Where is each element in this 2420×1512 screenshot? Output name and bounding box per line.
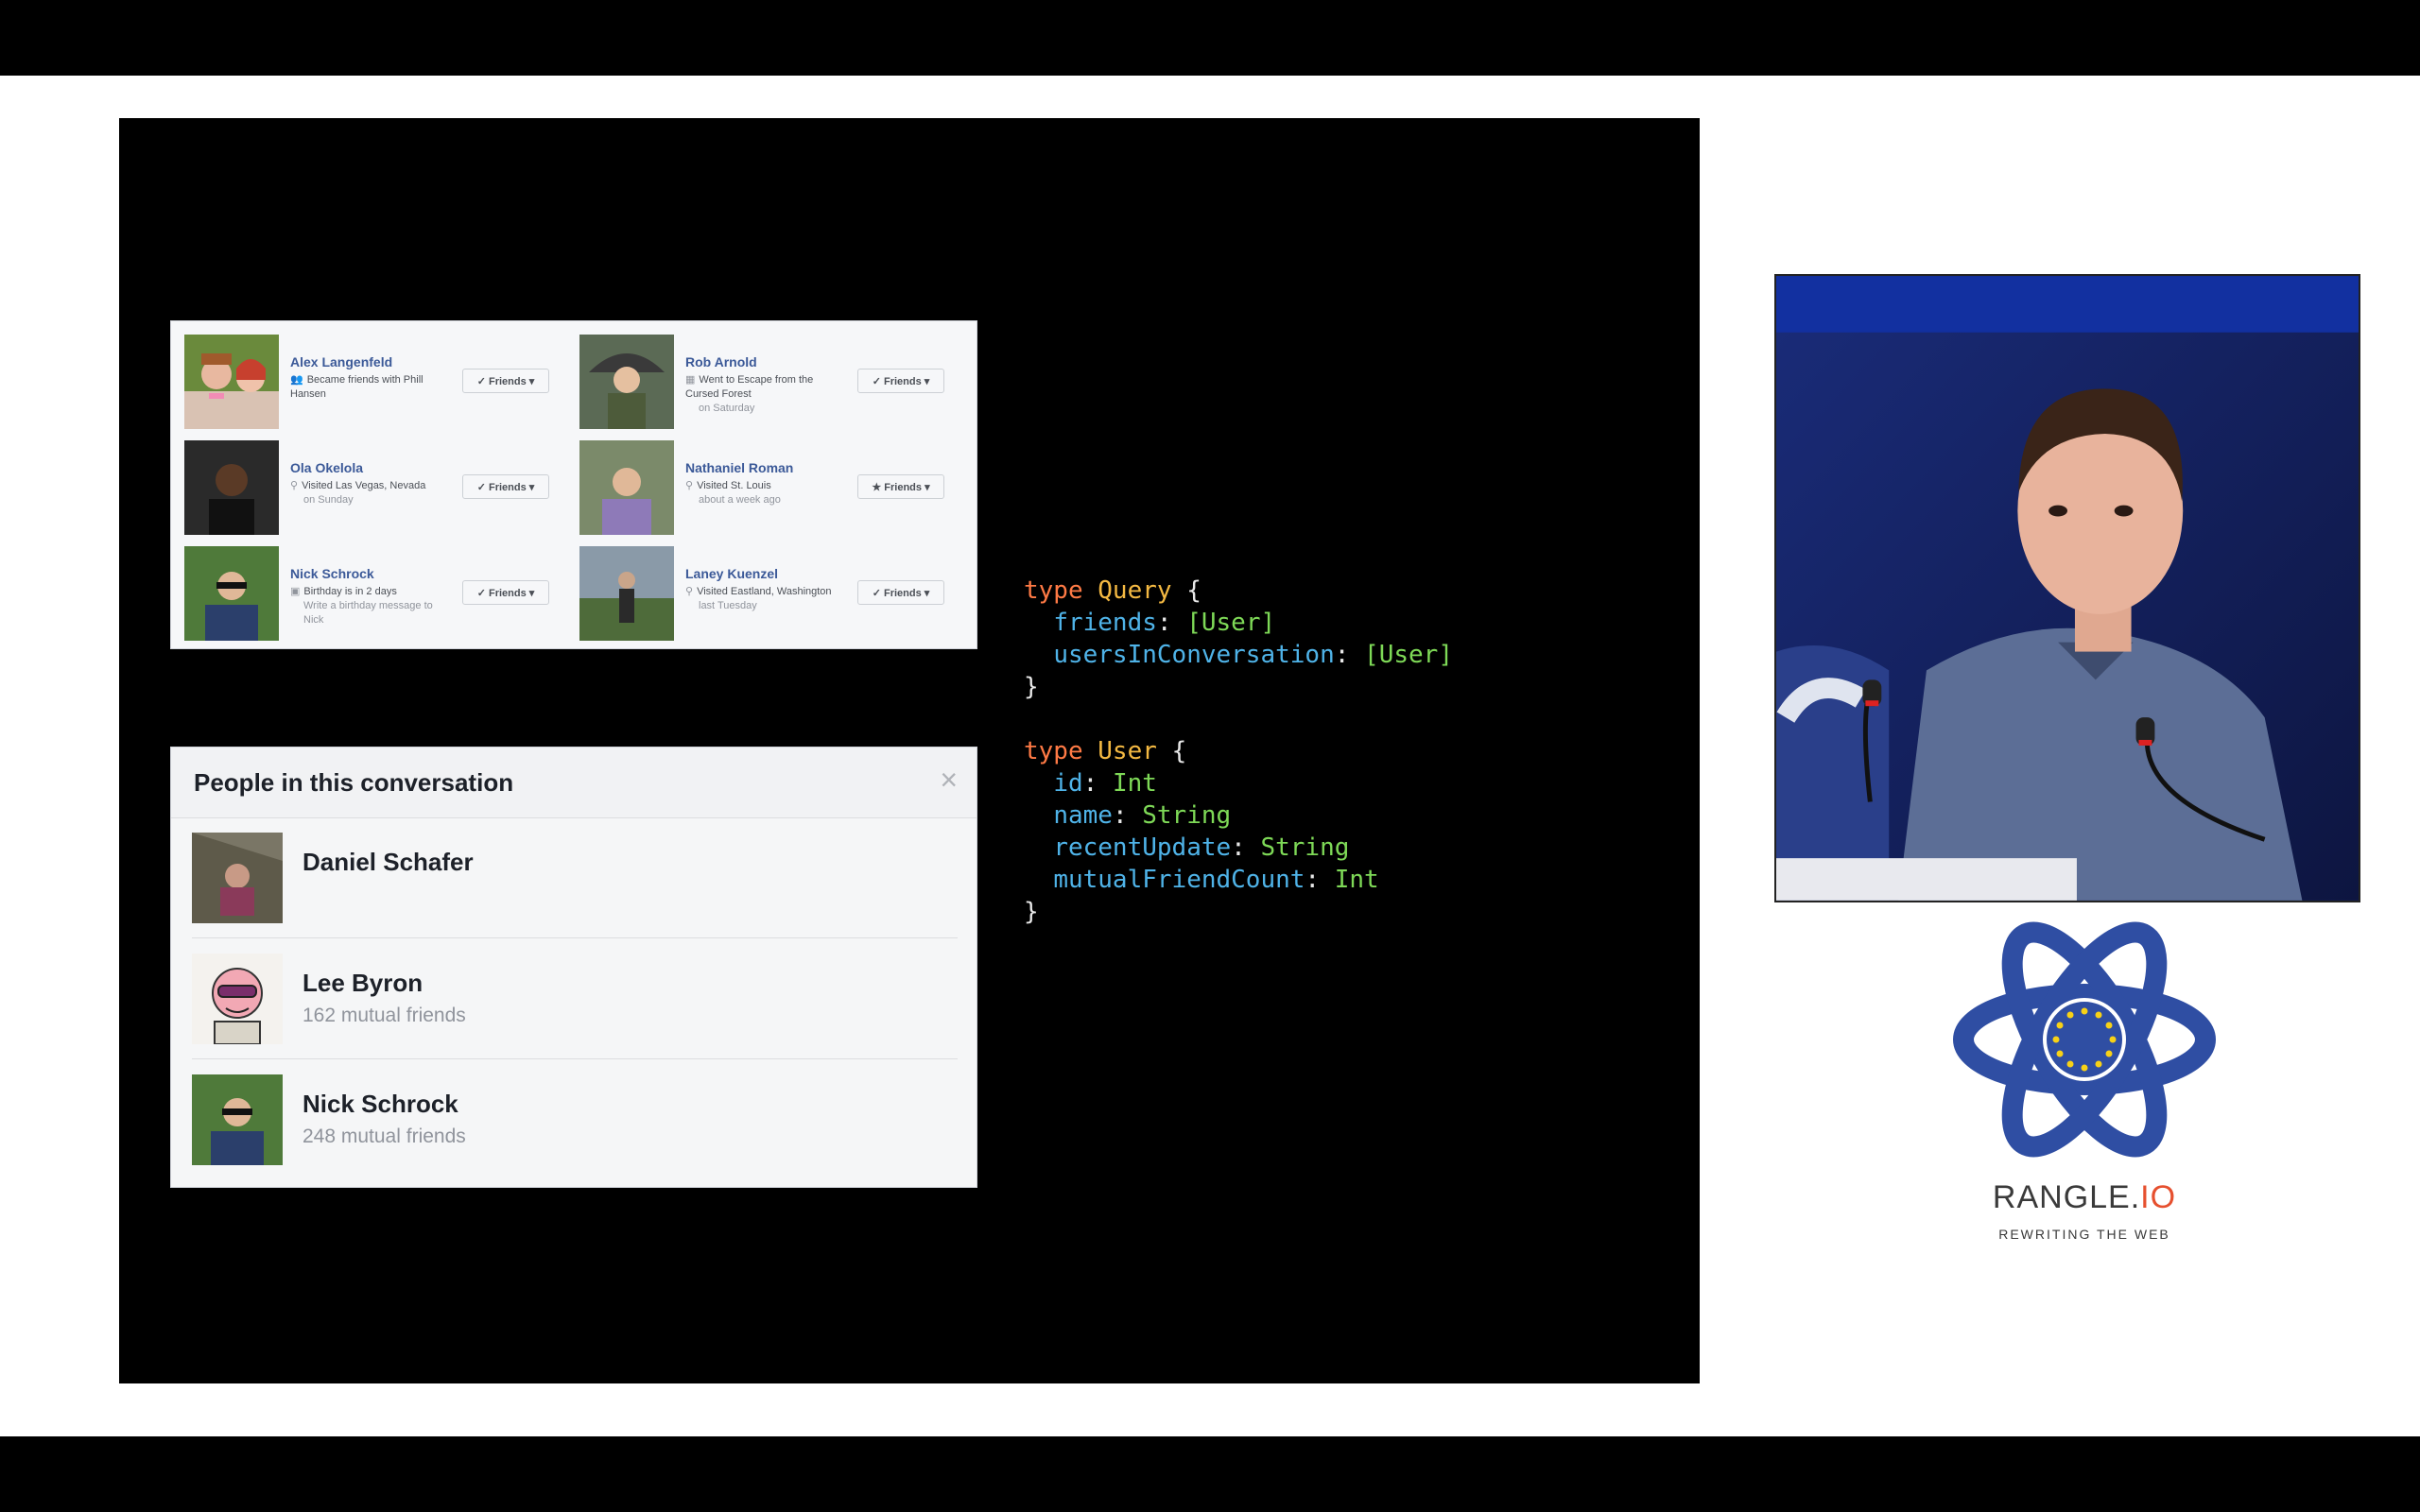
friend-activity: ⚲ Visited St. Louis about a week ago xyxy=(685,480,781,506)
friends-dropdown-button[interactable]: ✓ Friends ▾ xyxy=(462,474,549,499)
location-pin-icon: ⚲ xyxy=(685,480,694,491)
friend-photo xyxy=(579,546,674,641)
conversation-title: People in this conversation xyxy=(194,768,514,797)
person-name: Lee Byron xyxy=(302,969,424,997)
people-icon: 👥 xyxy=(290,374,303,386)
friends-dropdown-button[interactable]: ✓ Friends ▾ xyxy=(462,580,549,605)
letterbox-top xyxy=(0,0,2420,76)
friend-name[interactable]: Rob Arnold xyxy=(685,354,757,369)
rangle-tagline: REWRITING THE WEB xyxy=(1998,1227,2170,1242)
close-icon[interactable]: × xyxy=(940,765,958,795)
friend-name[interactable]: Alex Langenfeld xyxy=(290,354,392,369)
conversation-panel: People in this conversation × Daniel Sch… xyxy=(170,747,977,1188)
friend-photo xyxy=(579,335,674,429)
friend-photo xyxy=(579,440,674,535)
person-avatar xyxy=(192,1074,283,1165)
friend-name[interactable]: Ola Okelola xyxy=(290,460,363,475)
friends-dropdown-button[interactable]: ✓ Friends ▾ xyxy=(857,369,944,393)
friend-name[interactable]: Nick Schrock xyxy=(290,566,374,581)
friends-dropdown-button[interactable]: ✓ Friends ▾ xyxy=(857,580,944,605)
letterbox-bottom xyxy=(0,1436,2420,1512)
friend-photo xyxy=(184,546,279,641)
person-name: Daniel Schafer xyxy=(302,848,474,876)
friend-card: Nathaniel Roman ⚲ Visited St. Louis about … xyxy=(566,427,961,535)
friend-activity: ⚲ Visited Eastland, Washington last Tuesda… xyxy=(685,586,832,611)
friend-activity: ▣ Birthday is in 2 days Write a birthday m… xyxy=(290,586,433,626)
calendar-icon: ▦ xyxy=(685,374,696,386)
person-name: Nick Schrock xyxy=(302,1090,458,1118)
birthday-icon: ▣ xyxy=(290,586,301,597)
friend-activity: ⚲ Visited Las Vegas, Nevada on Sunday xyxy=(290,480,426,506)
schema-code-block: type Query { friends: [User] usersInConv… xyxy=(1024,576,1453,926)
friend-name[interactable]: Nathaniel Roman xyxy=(685,460,793,475)
friend-name[interactable]: Laney Kuenzel xyxy=(685,566,778,581)
person-avatar xyxy=(192,833,283,923)
friend-card: Ola Okelola ⚲ Visited Las Vegas, Nevada on… xyxy=(171,427,566,535)
mutual-friends-count: 162 mutual friends xyxy=(302,1005,466,1026)
person-avatar xyxy=(192,954,283,1044)
friends-list-panel: Alex Langenfeld 👥 Became friends with Phi… xyxy=(170,320,977,649)
friend-card: Rob Arnold ▦ Went to Escape from the Curs… xyxy=(566,321,961,429)
friends-dropdown-button[interactable]: ✓ Friends ▾ xyxy=(462,369,549,393)
friend-activity: 👥 Became friends with Phill Hansen xyxy=(290,374,424,400)
location-pin-icon: ⚲ xyxy=(685,586,694,597)
conversation-person[interactable]: Nick Schrock 248 mutual friends xyxy=(171,1059,977,1179)
friends-dropdown-button[interactable]: ★ Friends ▾ xyxy=(857,474,944,499)
conversation-person[interactable]: Lee Byron 162 mutual friends xyxy=(171,938,977,1058)
speaker-video xyxy=(1774,274,2360,902)
friend-activity: ▦ Went to Escape from the Cursed Forest on… xyxy=(685,374,814,414)
friend-photo xyxy=(184,440,279,535)
friend-card: Alex Langenfeld 👥 Became friends with Phi… xyxy=(171,321,566,429)
rangle-atom-logo-icon xyxy=(1953,921,2216,1158)
rangle-brand-name: RANGLE.IO xyxy=(1992,1179,2177,1215)
conversation-person[interactable]: Daniel Schafer xyxy=(171,817,977,937)
mutual-friends-count: 248 mutual friends xyxy=(302,1125,466,1147)
friend-card: Laney Kuenzel ⚲ Visited Eastland, Washing… xyxy=(566,533,961,641)
conversation-header: People in this conversation × xyxy=(171,747,977,818)
presentation-slide: Alex Langenfeld 👥 Became friends with Phi… xyxy=(119,118,1700,1383)
location-pin-icon: ⚲ xyxy=(290,480,299,491)
friend-photo xyxy=(184,335,279,429)
friend-card: Nick Schrock ▣ Birthday is in 2 days Write… xyxy=(171,533,566,641)
